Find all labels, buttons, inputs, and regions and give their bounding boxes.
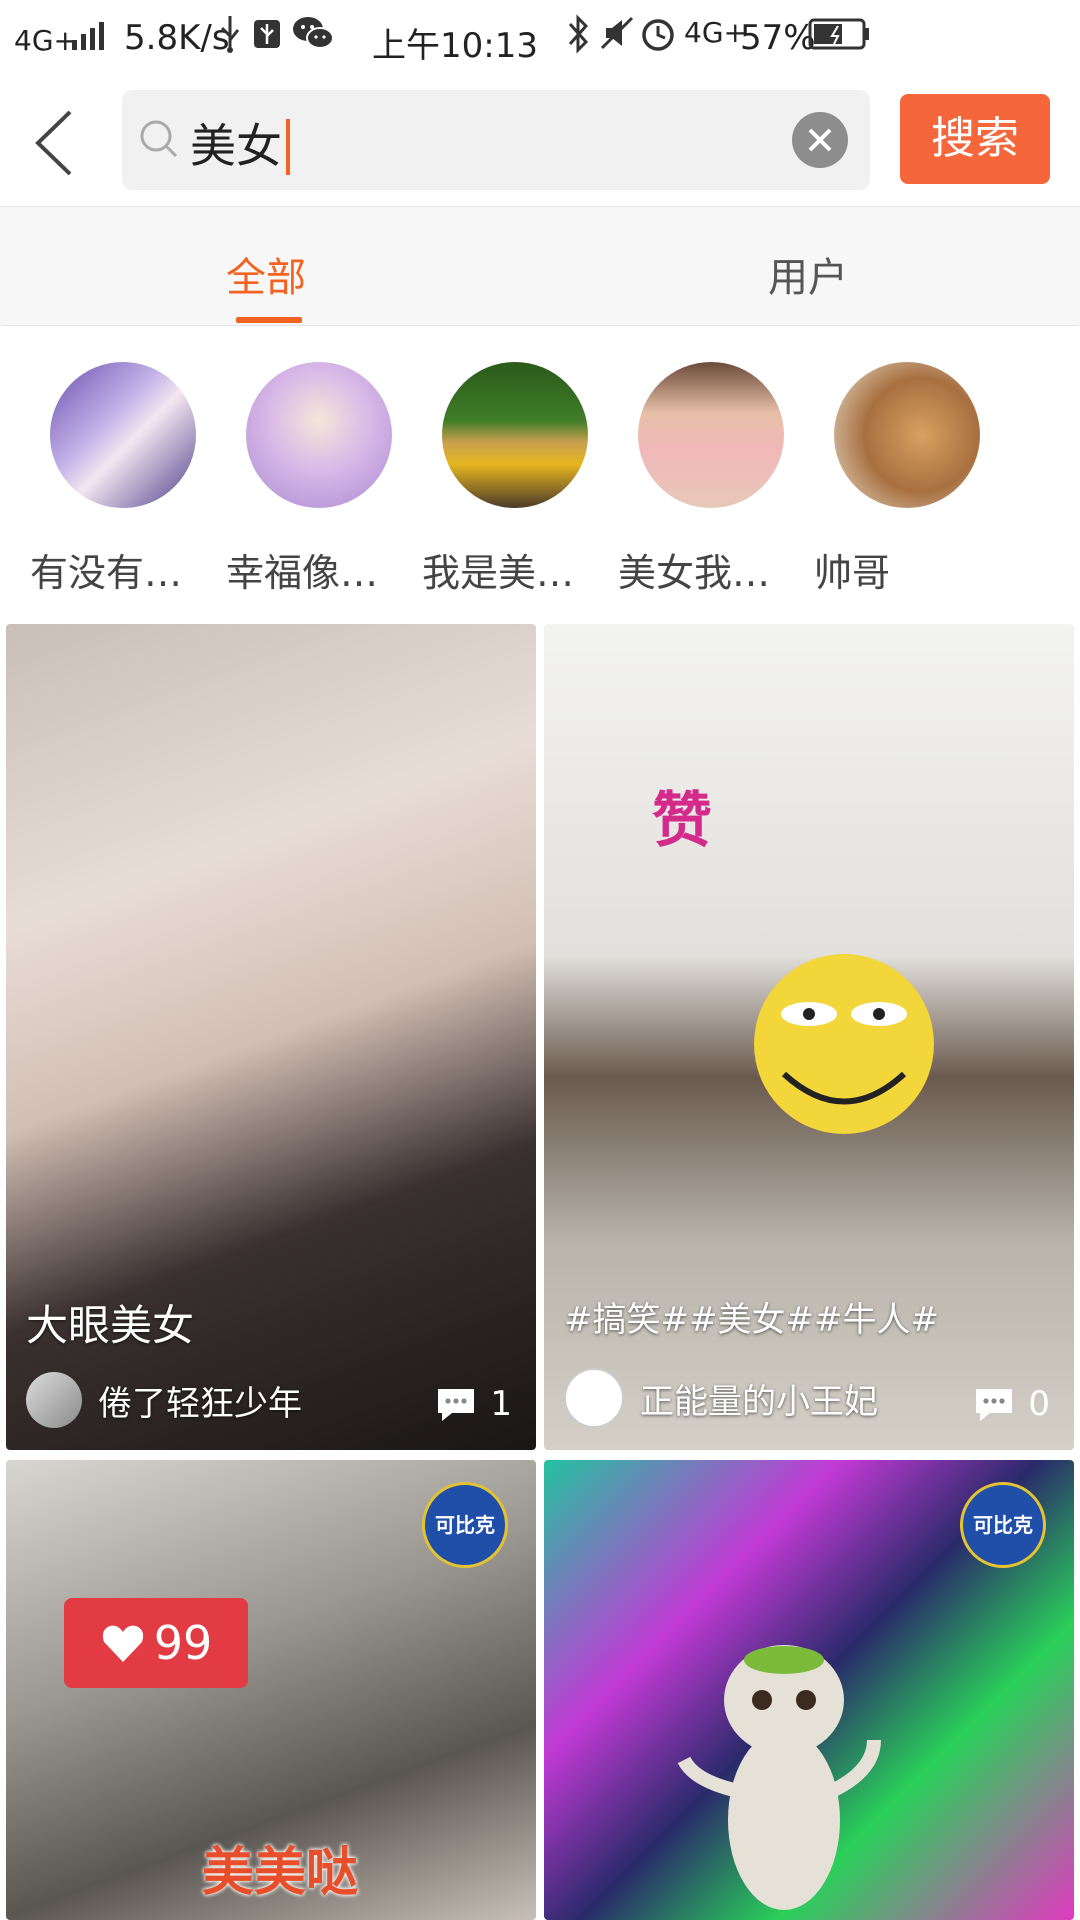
video-title: #搞笑##美女##牛人# bbox=[564, 1300, 939, 1340]
video-card[interactable]: 大眼美女 倦了轻狂少年 1 bbox=[6, 624, 536, 1450]
text-cursor bbox=[286, 118, 290, 175]
clear-search-button[interactable] bbox=[792, 112, 848, 168]
video-card[interactable]: 可比克 bbox=[544, 1460, 1074, 1920]
heart-icon bbox=[102, 1625, 143, 1662]
search-icon bbox=[140, 120, 178, 158]
video-card[interactable]: 可比克 99 美美哒 bbox=[6, 1460, 536, 1920]
signal-icon bbox=[72, 22, 104, 50]
usb-debug-icon bbox=[254, 20, 280, 48]
comment-count: 1 bbox=[434, 1384, 512, 1424]
tab-users[interactable]: 用户 bbox=[768, 245, 848, 303]
search-header: 美女 搜索 bbox=[0, 78, 1080, 206]
video-grid: 大眼美女 倦了轻狂少年 1 赞 #搞笑##美女##牛人# 正能量的小王妃 0 可… bbox=[0, 622, 1080, 1920]
avatar bbox=[834, 362, 980, 508]
wechat-icon bbox=[293, 17, 334, 49]
brand-logo: 可比克 bbox=[422, 1482, 508, 1568]
smiley-sticker-icon bbox=[754, 954, 934, 1134]
comment-icon bbox=[438, 1389, 475, 1421]
alarm-icon bbox=[642, 19, 674, 51]
search-query-text: 美女 bbox=[190, 110, 290, 176]
user-item[interactable]: 幸福像… bbox=[216, 362, 426, 595]
user-results-row: 有没有… 幸福像… 我是美… 美女我… 帅哥 bbox=[0, 326, 1080, 616]
video-watermark: 美美哒 bbox=[202, 1843, 359, 1903]
avatar bbox=[50, 362, 196, 508]
clock: 上午10:13 bbox=[372, 26, 538, 66]
user-name: 帅哥 bbox=[814, 551, 891, 595]
active-tab-indicator bbox=[236, 317, 302, 323]
user-item[interactable]: 帅哥 bbox=[804, 362, 1014, 595]
like-sticker: 赞 bbox=[652, 786, 712, 856]
user-item[interactable]: 美女我… bbox=[608, 362, 818, 595]
avatar bbox=[564, 1368, 624, 1428]
avatar bbox=[638, 362, 784, 508]
user-item[interactable]: 我是美… bbox=[412, 362, 622, 595]
bluetooth-icon bbox=[568, 14, 589, 54]
result-tabs: 全部 用户 bbox=[0, 206, 1080, 325]
battery-percent: 57% bbox=[740, 18, 816, 58]
author-name: 正能量的小王妃 bbox=[640, 1381, 878, 1422]
network-speed: 5.8K/s bbox=[124, 18, 230, 58]
cartoon-character-icon bbox=[677, 1645, 881, 1910]
network-type-left: 4G+ bbox=[14, 24, 77, 57]
user-item[interactable]: 有没有… bbox=[20, 362, 230, 595]
tab-all[interactable]: 全部 bbox=[226, 245, 306, 303]
user-name: 我是美… bbox=[422, 551, 575, 595]
user-name: 美女我… bbox=[618, 551, 771, 595]
video-author[interactable]: 倦了轻狂少年 bbox=[26, 1372, 302, 1428]
silent-icon bbox=[600, 16, 634, 50]
back-arrow-icon[interactable] bbox=[22, 98, 102, 188]
avatar bbox=[26, 1372, 82, 1428]
battery-icon bbox=[808, 18, 869, 50]
video-title: 大眼美女 bbox=[26, 1301, 195, 1350]
like-badge: 99 bbox=[64, 1598, 248, 1688]
user-name: 幸福像… bbox=[226, 551, 379, 595]
usb-icon bbox=[220, 16, 240, 53]
author-name: 倦了轻狂少年 bbox=[98, 1383, 302, 1424]
close-icon bbox=[808, 128, 832, 152]
user-name: 有没有… bbox=[30, 551, 183, 595]
search-input[interactable]: 美女 bbox=[122, 90, 870, 190]
network-type-right: 4G+ bbox=[684, 16, 747, 49]
brand-logo: 可比克 bbox=[960, 1482, 1046, 1568]
search-button[interactable]: 搜索 bbox=[900, 94, 1050, 184]
video-author[interactable]: 正能量的小王妃 bbox=[564, 1368, 878, 1428]
comment-count: 0 bbox=[972, 1384, 1050, 1424]
status-bar: 4G+ 5.8K/s 上午10:13 4G+ 57% bbox=[0, 0, 1080, 78]
video-card[interactable]: 赞 #搞笑##美女##牛人# 正能量的小王妃 0 bbox=[544, 624, 1074, 1450]
avatar bbox=[246, 362, 392, 508]
avatar bbox=[442, 362, 588, 508]
comment-icon bbox=[976, 1389, 1013, 1421]
